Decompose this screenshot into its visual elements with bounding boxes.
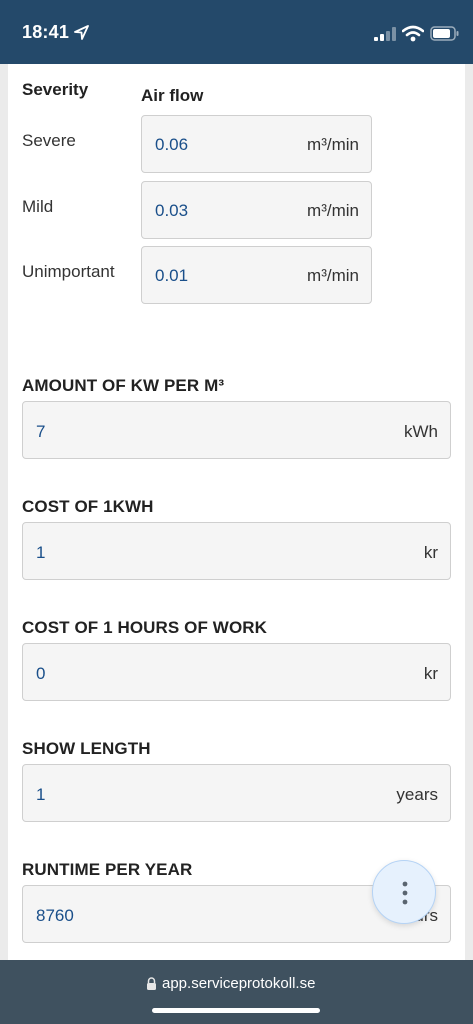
- browser-address-bar[interactable]: [0, 960, 473, 1024]
- field-value: 0: [36, 664, 46, 683]
- cost-kwh-input[interactable]: 1 kr: [22, 522, 451, 580]
- airflow-unit: m³/min: [307, 201, 359, 220]
- left-gutter: [0, 64, 8, 960]
- airflow-input-mild[interactable]: 0.03 m³/min: [141, 181, 372, 239]
- more-actions-button[interactable]: [372, 860, 436, 924]
- home-indicator: [152, 1008, 320, 1013]
- status-time: 18:41: [22, 22, 70, 42]
- field-value: 1: [36, 543, 46, 562]
- wifi-icon: [402, 25, 424, 42]
- airflow-value: 0.03: [155, 201, 189, 220]
- battery-icon: [430, 26, 459, 41]
- severity-label-severe: Severe: [22, 131, 76, 150]
- airflow-unit: m³/min: [307, 266, 359, 285]
- field-unit: kr: [423, 664, 438, 683]
- location-arrow-icon: [74, 25, 89, 40]
- cost-kwh-label: COST OF 1KWH: [22, 497, 154, 516]
- field-value: 8760: [36, 906, 74, 925]
- airflow-value: 0.06: [155, 135, 189, 154]
- show-length-input[interactable]: 1 years: [22, 764, 451, 822]
- lock-icon: [147, 977, 156, 990]
- settings-form: Severity Air flow Severe 0.06 m³/min Mil…: [8, 64, 465, 960]
- airflow-value: 0.01: [155, 266, 189, 285]
- severity-label-mild: Mild: [22, 197, 54, 216]
- kw-per-m3-input[interactable]: 7 kWh: [22, 401, 451, 459]
- field-unit: kWh: [404, 422, 438, 441]
- cellular-signal-icon: [374, 27, 396, 41]
- status-bar: 18:41: [0, 0, 473, 64]
- severity-label-unimportant: Unimportant: [22, 262, 115, 281]
- field-value: 1: [36, 785, 46, 804]
- airflow-input-severe[interactable]: 0.06 m³/min: [141, 115, 372, 173]
- runtime-per-year-label: RUNTIME PER YEAR: [22, 860, 193, 879]
- url-text[interactable]: app.serviceprotokoll.se: [162, 975, 315, 992]
- severity-header: Severity: [22, 80, 89, 99]
- cost-hour-work-input[interactable]: 0 kr: [22, 643, 451, 701]
- more-vertical-icon: [402, 881, 408, 905]
- right-gutter: [465, 64, 473, 960]
- field-unit: years: [396, 785, 438, 804]
- field-value: 7: [36, 422, 46, 441]
- kw-per-m3-label: AMOUNT OF KW PER M³: [22, 376, 225, 395]
- airflow-header: Air flow: [141, 86, 204, 105]
- show-length-label: SHOW LENGTH: [22, 739, 151, 758]
- airflow-input-unimportant[interactable]: 0.01 m³/min: [141, 246, 372, 304]
- cost-hour-work-label: COST OF 1 HOURS OF WORK: [22, 618, 268, 637]
- airflow-unit: m³/min: [307, 135, 359, 154]
- field-unit: kr: [423, 543, 438, 562]
